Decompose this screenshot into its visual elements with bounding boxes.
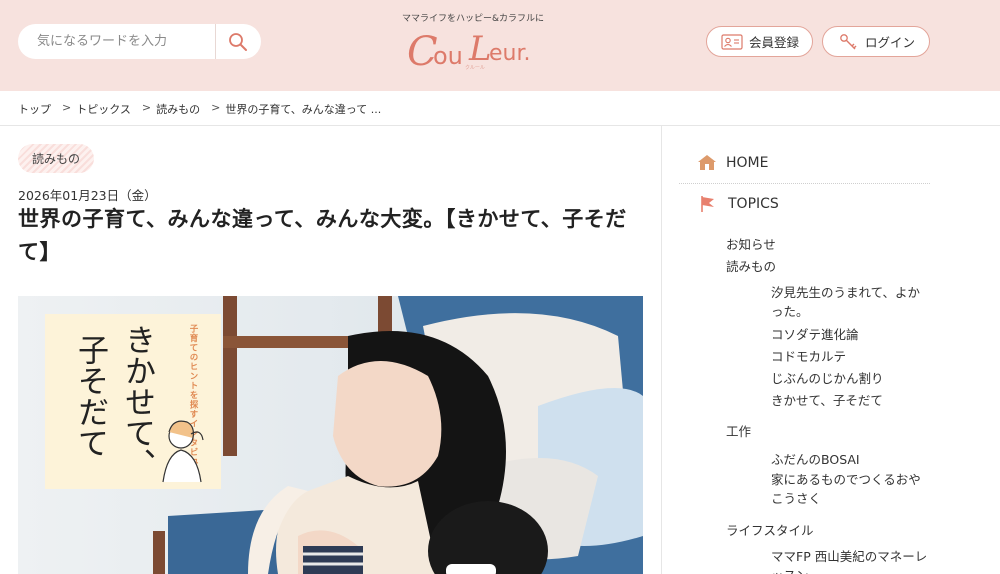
svg-text:eur.: eur. — [489, 41, 531, 66]
flag-icon — [699, 195, 721, 213]
article-title: 世界の子育て、みんな違って、みんな大変。【きかせて、子そだて】 — [18, 207, 627, 264]
register-button[interactable]: 会員登録 — [706, 26, 813, 57]
site-header: ママライフをハッピー&カラフルに C ou L eur. クルール 会員登録 — [0, 0, 1000, 91]
register-label: 会員登録 — [749, 35, 800, 50]
hero-image: 子育てのヒントを探すインタビュー きかせて、 子そだて — [18, 296, 643, 574]
post-date: 2026年01月23日（金） — [18, 188, 157, 203]
search-input[interactable] — [18, 24, 215, 59]
breadcrumb-separator: > — [211, 101, 221, 114]
sidebar-home-label: HOME — [726, 154, 769, 171]
sidebar-item-oyako-kousaku[interactable]: 家にあるものでつくるおやこうさく — [771, 470, 931, 508]
column-divider — [661, 126, 662, 574]
breadcrumb-separator: > — [141, 101, 152, 114]
sidebar-item-jibun-jikanwari[interactable]: じぶんのじかん割り — [771, 368, 884, 387]
sidebar-item-reading[interactable]: 読みもの — [726, 256, 776, 275]
sidebar-item-lifestyle[interactable]: ライフスタイル — [726, 520, 814, 539]
sidebar-home-link[interactable]: HOME — [697, 154, 768, 171]
sidebar-item-craft[interactable]: 工作 — [726, 421, 751, 440]
site-logo[interactable]: C ou L eur. クルール — [405, 22, 545, 72]
category-badge[interactable]: 読みもの — [18, 144, 94, 173]
hero-card-heading-1: きかせて、 — [119, 324, 155, 479]
breadcrumb-item-category[interactable]: 読みもの — [156, 101, 200, 117]
sidebar-item-kodomo-karte[interactable]: コドモカルテ — [771, 346, 846, 365]
login-button[interactable]: ログイン — [822, 26, 930, 57]
sidebar-topics-link[interactable]: TOPICS — [699, 195, 779, 213]
sidebar-item-shiomi[interactable]: 汐見先生のうまれて、よかった。 — [771, 283, 931, 321]
sidebar-item-money-lesson[interactable]: ママFP 西山美紀のマネーレッスン — [771, 547, 931, 574]
breadcrumb-divider — [0, 125, 1000, 126]
key-icon — [839, 33, 859, 51]
breadcrumb-item-top[interactable]: トップ — [18, 101, 51, 117]
svg-text:ou: ou — [433, 42, 463, 70]
member-card-icon — [721, 33, 743, 50]
login-label: ログイン — [865, 35, 916, 50]
sidebar-item-kikasete-kosodate[interactable]: きかせて、子そだて — [771, 390, 883, 409]
search-box — [18, 24, 261, 59]
hero-card-heading-2: 子そだて — [72, 334, 108, 458]
hero-title-card: 子育てのヒントを探すインタビュー きかせて、 子そだて — [45, 314, 221, 489]
illustration-listening-icon — [162, 420, 204, 483]
breadcrumb-separator: > — [62, 101, 72, 114]
sidebar-item-kosodate-shinkaron[interactable]: コソダテ進化論 — [771, 324, 859, 343]
breadcrumb-item-current: 世界の子育て、みんな違って ... — [225, 103, 382, 116]
search-button[interactable] — [216, 24, 261, 59]
breadcrumb-item-topics[interactable]: トピックス — [76, 101, 131, 117]
breadcrumb: トップ > トピックス > 読みもの > 世界の子育て、みんな違って ... — [18, 101, 381, 117]
logo-sub: クルール — [465, 65, 485, 71]
sidebar-topics-label: TOPICS — [728, 196, 779, 212]
search-icon — [229, 33, 247, 51]
sidebar-item-bosai[interactable]: ふだんのBOSAI — [771, 449, 860, 468]
sidebar-dotted-divider — [679, 183, 930, 184]
sidebar-item-news[interactable]: お知らせ — [726, 234, 776, 253]
home-icon — [697, 154, 719, 171]
